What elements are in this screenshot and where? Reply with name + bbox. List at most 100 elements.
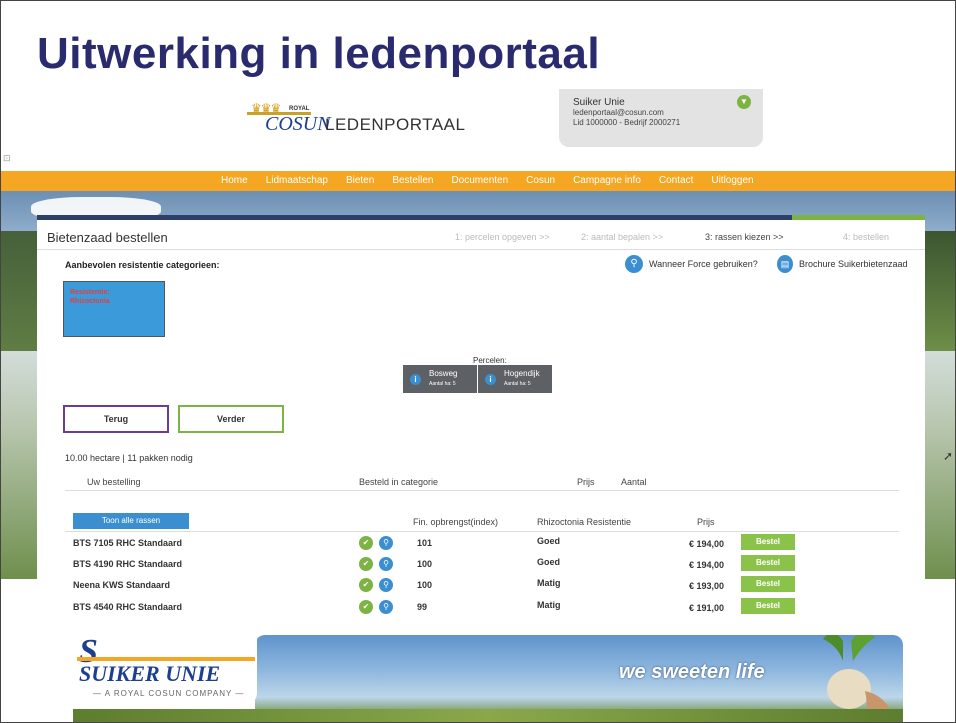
search-icon: ⚲ bbox=[625, 255, 643, 273]
order-button[interactable]: Bestel bbox=[741, 598, 795, 614]
force-link-label: Wanneer Force gebruiken? bbox=[649, 259, 758, 269]
recommended-title: Aanbevolen resistentie categorieen: bbox=[65, 260, 220, 270]
list-header-resistance: Rhizoctonia Resistentie bbox=[537, 517, 632, 527]
show-all-varieties-button[interactable]: Toon alle rassen bbox=[73, 513, 189, 529]
brochure-link-label: Brochure Suikerbietenzaad bbox=[799, 259, 908, 269]
perceel-card[interactable]: i Bosweg Aantal ha: 5 bbox=[403, 365, 477, 393]
list-header-yield: Fin. opbrengst(index) bbox=[413, 517, 499, 527]
list-header-price: Prijs bbox=[697, 517, 715, 527]
variety-name: BTS 4540 RHC Standaard bbox=[73, 602, 183, 612]
perceel-name: Hogendijk bbox=[504, 369, 540, 378]
perceel-area: Aantal ha: 5 bbox=[429, 381, 456, 387]
step-2[interactable]: 2: aantal bepalen >> bbox=[581, 232, 663, 242]
search-icon[interactable]: ⚲ bbox=[379, 600, 393, 614]
nav-uitloggen[interactable]: Uitloggen bbox=[711, 175, 753, 186]
price-value: € 193,00 bbox=[689, 581, 725, 591]
order-button[interactable]: Bestel bbox=[741, 534, 795, 550]
resistance-value: Matig bbox=[537, 600, 561, 610]
variety-name: BTS 4190 RHC Standaard bbox=[73, 559, 183, 569]
table-row: Neena KWS Standaard ✔ ⚲ 100 Matig € 193,… bbox=[37, 575, 925, 595]
step-3[interactable]: 3: rassen kiezen >> bbox=[705, 232, 784, 242]
page-title: Bietenzaad bestellen bbox=[47, 230, 168, 245]
back-button[interactable]: Terug bbox=[63, 405, 169, 433]
search-icon[interactable]: ⚲ bbox=[379, 557, 393, 571]
nav-campagne-info[interactable]: Campagne info bbox=[573, 175, 641, 186]
thumbs-up-icon[interactable]: ✔ bbox=[359, 600, 373, 614]
background-trees-right bbox=[925, 231, 955, 351]
resistance-value: Matig bbox=[537, 578, 561, 588]
slide: Uitwerking in ledenportaal ⊡ ♛♛♛ ROYAL C… bbox=[0, 0, 956, 723]
search-icon[interactable]: ⚲ bbox=[379, 536, 393, 550]
divider bbox=[65, 490, 899, 491]
slide-title: Uitwerking in ledenportaal bbox=[37, 29, 601, 78]
search-icon[interactable]: ⚲ bbox=[379, 578, 393, 592]
variety-name: BTS 7105 RHC Standaard bbox=[73, 538, 183, 548]
price-value: € 194,00 bbox=[689, 539, 725, 549]
nav-lidmaatschap[interactable]: Lidmaatschap bbox=[266, 175, 328, 186]
force-link[interactable]: ⚲ Wanneer Force gebruiken? bbox=[625, 255, 758, 273]
main-nav: Home Lidmaatschap Bieten Bestellen Docum… bbox=[1, 171, 955, 191]
yield-index: 100 bbox=[417, 580, 433, 590]
nav-bestellen[interactable]: Bestellen bbox=[392, 175, 433, 186]
user-id: Lid 1000000 - Bedrijf 2000271 bbox=[573, 118, 681, 127]
thumbs-up-icon[interactable]: ✔ bbox=[359, 578, 373, 592]
yield-index: 101 bbox=[417, 538, 433, 548]
table-row: BTS 4190 RHC Standaard ✔ ⚲ 100 Goed € 19… bbox=[37, 554, 925, 574]
document-icon: ▤ bbox=[777, 255, 793, 273]
slogan: we sweeten life bbox=[619, 661, 765, 683]
info-icon[interactable]: i bbox=[410, 374, 421, 385]
user-name: Suiker Unie bbox=[573, 97, 625, 108]
resistance-category-card[interactable]: Resistentie: Rhizoctonia bbox=[63, 281, 165, 337]
table-row: BTS 7105 RHC Standaard ✔ ⚲ 101 Goed € 19… bbox=[37, 533, 925, 553]
order-header-price: Prijs bbox=[577, 477, 595, 487]
thumbs-up-icon[interactable]: ✔ bbox=[359, 536, 373, 550]
nav-cosun[interactable]: Cosun bbox=[526, 175, 555, 186]
order-header-your-order: Uw bestelling bbox=[87, 477, 141, 487]
chevron-down-icon[interactable]: ▼ bbox=[737, 95, 751, 109]
variety-name: Neena KWS Standaard bbox=[73, 580, 171, 590]
logo-subtitle: — A ROYAL COSUN COMPANY — bbox=[93, 689, 245, 698]
category-line-2: Rhizoctonia bbox=[70, 298, 110, 305]
field-strip bbox=[73, 709, 903, 722]
order-header-category: Besteld in categorie bbox=[359, 477, 439, 487]
suiker-unie-logo[interactable]: S SUIKER UNIE — A ROYAL COSUN COMPANY — bbox=[73, 633, 257, 705]
nav-home[interactable]: Home bbox=[221, 175, 248, 186]
logo-brand: SUIKER UNIE bbox=[79, 661, 221, 686]
slide-marker: ⊡ bbox=[3, 153, 11, 163]
yield-index: 100 bbox=[417, 559, 433, 569]
table-row: BTS 4540 RHC Standaard ✔ ⚲ 99 Matig € 19… bbox=[37, 597, 925, 617]
order-header-quantity: Aantal bbox=[621, 477, 647, 487]
step-1[interactable]: 1: percelen opgeven >> bbox=[455, 232, 550, 242]
order-button[interactable]: Bestel bbox=[741, 576, 795, 592]
logo-portal-text: LEDENPORTAAL bbox=[325, 115, 466, 134]
percelen-label: Percelen: bbox=[473, 356, 507, 365]
brochure-link[interactable]: ▤ Brochure Suikerbietenzaad bbox=[777, 255, 908, 273]
price-value: € 194,00 bbox=[689, 560, 725, 570]
category-line-1: Resistentie: bbox=[70, 289, 110, 296]
divider bbox=[37, 249, 925, 250]
price-value: € 191,00 bbox=[689, 603, 725, 613]
divider bbox=[65, 531, 899, 532]
thumbs-up-icon[interactable]: ✔ bbox=[359, 557, 373, 571]
cosun-logo[interactable]: ♛♛♛ ROYAL COSUN LEDENPORTAAL bbox=[247, 101, 477, 141]
panel-accent-strip bbox=[37, 215, 925, 220]
info-icon[interactable]: i bbox=[485, 374, 496, 385]
background-trees-left bbox=[1, 231, 37, 351]
user-email: ledenportaal@cosun.com bbox=[573, 108, 664, 117]
yield-index: 99 bbox=[417, 602, 428, 612]
resistance-value: Goed bbox=[537, 557, 561, 567]
next-button[interactable]: Verder bbox=[178, 405, 284, 433]
hectare-info: 10.00 hectare | 11 pakken nodig bbox=[65, 453, 193, 463]
order-button[interactable]: Bestel bbox=[741, 555, 795, 571]
mouse-cursor-icon: ➚ bbox=[943, 449, 954, 463]
perceel-area: Aantal ha: 5 bbox=[504, 381, 531, 387]
nav-contact[interactable]: Contact bbox=[659, 175, 693, 186]
logo-brand: COSUN bbox=[265, 113, 331, 135]
perceel-card[interactable]: i Hogendijk Aantal ha: 5 bbox=[478, 365, 552, 393]
nav-bieten[interactable]: Bieten bbox=[346, 175, 374, 186]
order-panel: Bietenzaad bestellen 1: percelen opgeven… bbox=[37, 215, 925, 579]
nav-documenten[interactable]: Documenten bbox=[451, 175, 508, 186]
user-account-box[interactable]: Suiker Unie ledenportaal@cosun.com Lid 1… bbox=[559, 89, 763, 147]
resistance-value: Goed bbox=[537, 536, 561, 546]
step-4[interactable]: 4: bestellen bbox=[843, 232, 889, 242]
